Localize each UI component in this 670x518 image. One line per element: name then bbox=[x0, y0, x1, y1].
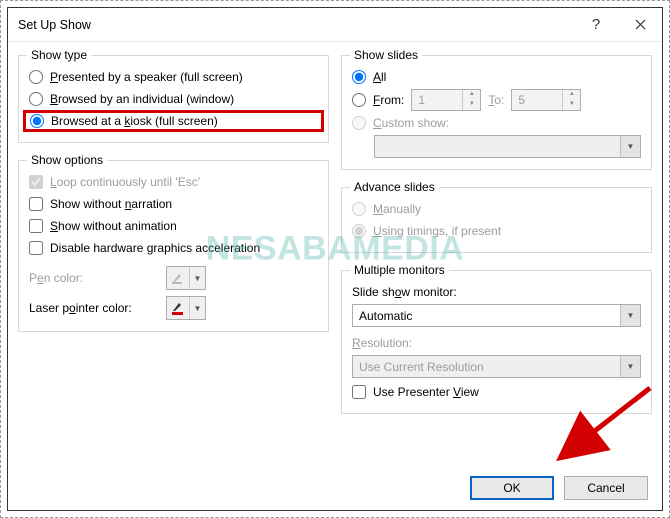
close-icon bbox=[635, 19, 646, 30]
label-to: To: bbox=[488, 93, 504, 107]
label-custom-show: Custom show: bbox=[373, 116, 449, 130]
label-presented: Presented by a speaker (full screen) bbox=[50, 70, 243, 84]
resolution-combo: Use Current Resolution ▼ bbox=[352, 355, 641, 378]
chevron-down-icon: ▼ bbox=[189, 267, 205, 289]
legend-monitors: Multiple monitors bbox=[350, 263, 449, 277]
chevron-down-icon: ▼ bbox=[620, 136, 640, 157]
to-spinner[interactable]: ▲▼ bbox=[511, 89, 581, 111]
check-disable-hw[interactable] bbox=[29, 241, 43, 255]
laser-color-picker[interactable]: ▼ bbox=[166, 296, 206, 320]
button-row: OK Cancel bbox=[8, 472, 662, 510]
legend-show-options: Show options bbox=[27, 153, 107, 167]
label-kiosk: Browsed at a kiosk (full screen) bbox=[51, 114, 218, 128]
label-no-narration: Show without narration bbox=[50, 197, 172, 211]
monitor-combo[interactable]: Automatic ▼ bbox=[352, 304, 641, 327]
close-button[interactable] bbox=[618, 8, 662, 42]
group-multiple-monitors: Multiple monitors Slide show monitor: Au… bbox=[341, 263, 652, 414]
group-show-slides: Show slides All From: ▲▼ To: ▲▼ bbox=[341, 48, 652, 170]
dialog-setup-show: Set Up Show ? Show type Presented by a s… bbox=[7, 7, 663, 511]
chevron-down-icon[interactable]: ▼ bbox=[620, 305, 640, 326]
radio-presented[interactable] bbox=[29, 70, 43, 84]
radio-manually bbox=[352, 202, 366, 216]
label-pen-color: Pen color: bbox=[29, 271, 159, 285]
radio-all-slides[interactable] bbox=[352, 70, 366, 84]
label-loop: Loop continuously until 'Esc' bbox=[50, 175, 200, 189]
label-laser-color: Laser pointer color: bbox=[29, 301, 159, 315]
check-presenter-view[interactable] bbox=[352, 385, 366, 399]
check-no-narration[interactable] bbox=[29, 197, 43, 211]
ok-button[interactable]: OK bbox=[470, 476, 554, 500]
from-spinner[interactable]: ▲▼ bbox=[411, 89, 481, 111]
legend-show-type: Show type bbox=[27, 48, 91, 62]
help-button[interactable]: ? bbox=[574, 8, 618, 42]
chevron-down-icon: ▼ bbox=[620, 356, 640, 377]
laser-color-icon bbox=[167, 297, 189, 319]
radio-kiosk[interactable] bbox=[30, 114, 44, 128]
label-resolution: Resolution: bbox=[352, 336, 412, 350]
group-advance-slides: Advance slides Manually Using timings, i… bbox=[341, 180, 652, 253]
label-monitor: Slide show monitor: bbox=[352, 285, 457, 299]
radio-from-slides[interactable] bbox=[352, 93, 366, 107]
legend-show-slides: Show slides bbox=[350, 48, 422, 62]
label-from: From: bbox=[373, 93, 404, 107]
label-disable-hw: Disable hardware graphics acceleration bbox=[50, 241, 260, 255]
monitor-value: Automatic bbox=[353, 309, 620, 323]
check-no-animation[interactable] bbox=[29, 219, 43, 233]
label-timings: Using timings, if present bbox=[373, 224, 501, 238]
label-manually: Manually bbox=[373, 202, 421, 216]
radio-browsed-individual[interactable] bbox=[29, 92, 43, 106]
label-presenter-view: Use Presenter View bbox=[373, 385, 479, 399]
label-no-animation: Show without animation bbox=[50, 219, 177, 233]
dialog-title: Set Up Show bbox=[18, 18, 574, 32]
group-show-options: Show options Loop continuously until 'Es… bbox=[18, 153, 329, 332]
label-all-slides: All bbox=[373, 70, 386, 84]
group-show-type: Show type Presented by a speaker (full s… bbox=[18, 48, 329, 143]
custom-show-combo: ▼ bbox=[374, 135, 641, 158]
radio-timings bbox=[352, 224, 366, 238]
resolution-value: Use Current Resolution bbox=[353, 360, 620, 374]
cancel-button[interactable]: Cancel bbox=[564, 476, 648, 500]
from-value[interactable] bbox=[412, 90, 462, 110]
pen-color-icon bbox=[167, 267, 189, 289]
titlebar: Set Up Show ? bbox=[8, 8, 662, 42]
highlighted-kiosk-option: Browsed at a kiosk (full screen) bbox=[23, 110, 324, 132]
check-loop bbox=[29, 175, 43, 189]
radio-custom-show bbox=[352, 116, 366, 130]
to-value[interactable] bbox=[512, 90, 562, 110]
legend-advance: Advance slides bbox=[350, 180, 439, 194]
chevron-down-icon[interactable]: ▼ bbox=[189, 297, 205, 319]
label-browsed-individual: Browsed by an individual (window) bbox=[50, 92, 234, 106]
pen-color-picker: ▼ bbox=[166, 266, 206, 290]
